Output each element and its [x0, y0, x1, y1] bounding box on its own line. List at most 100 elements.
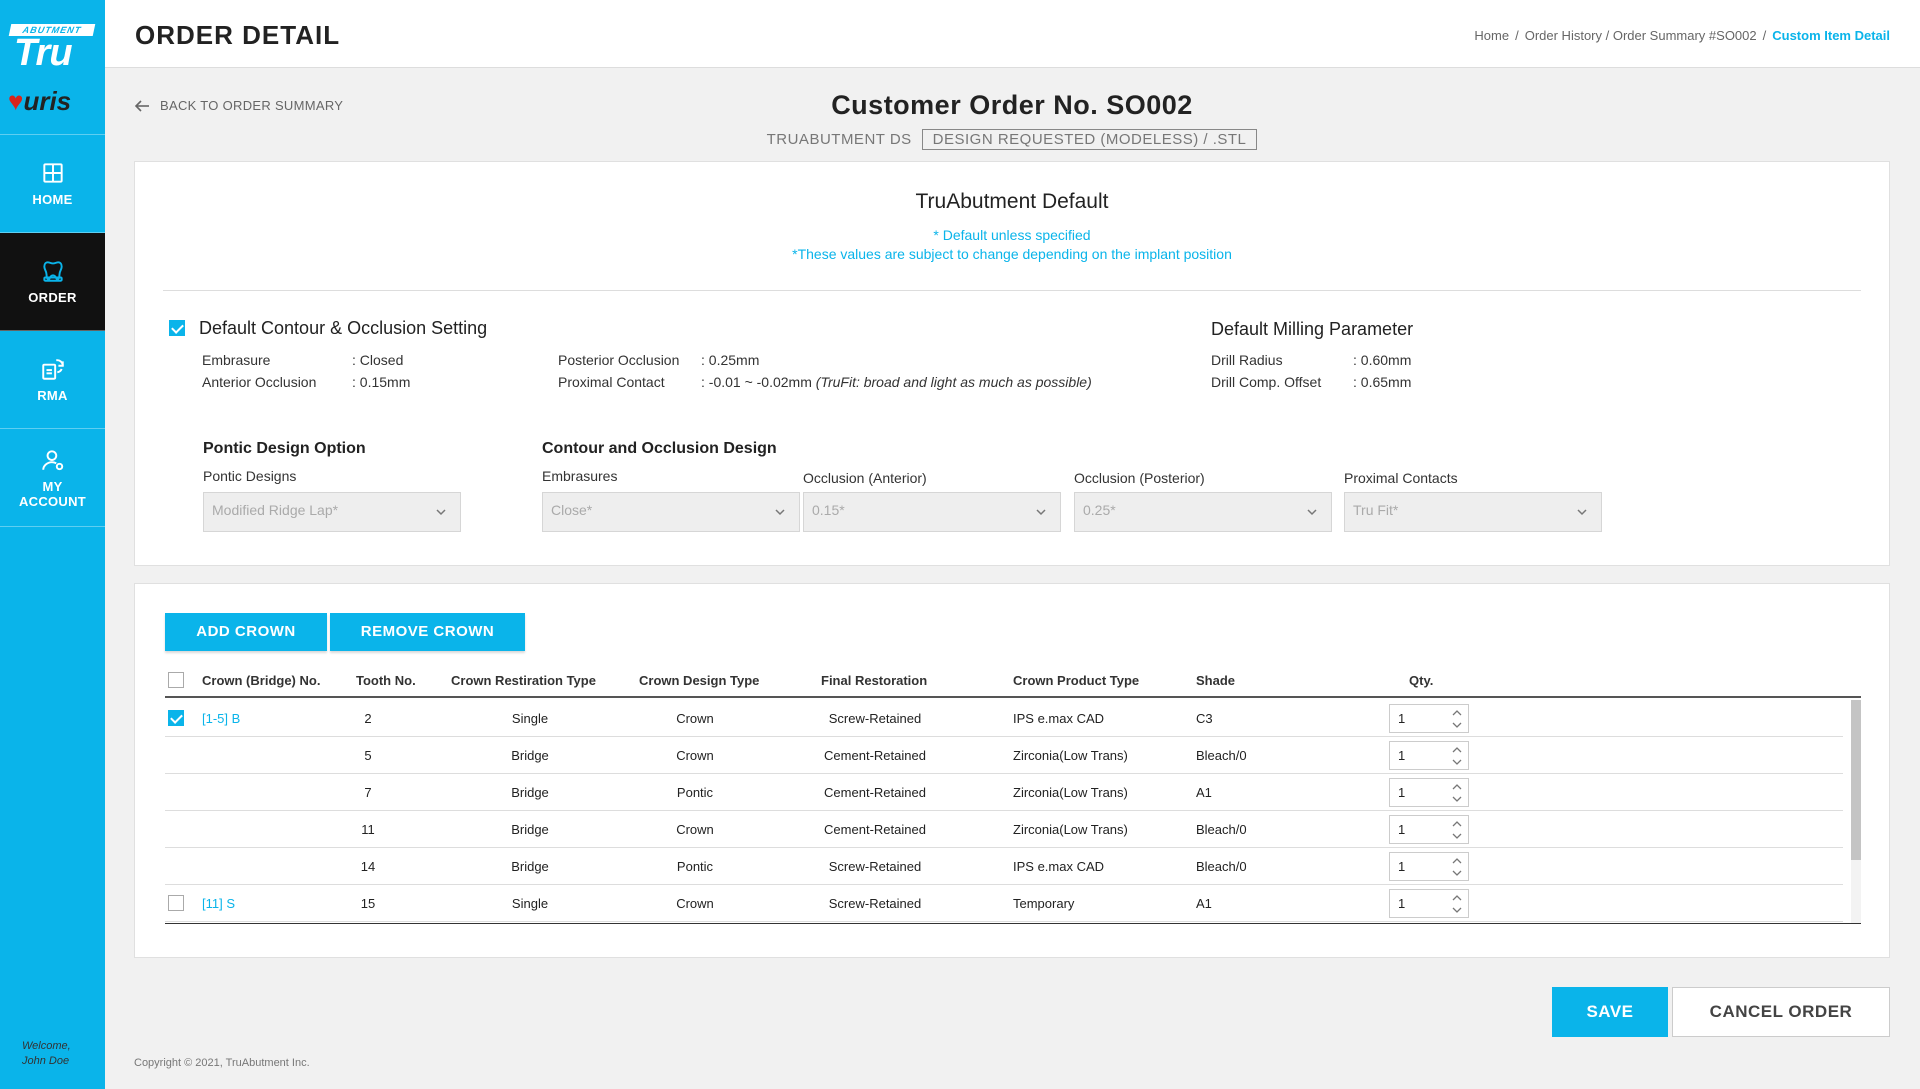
quantity-stepper[interactable]: 1: [1389, 704, 1469, 733]
checkbox-checked[interactable]: [168, 710, 184, 726]
spinner-arrows-icon[interactable]: [1450, 707, 1464, 731]
table-row[interactable]: 5 Bridge Crown Cement-Retained Zirconia(Low …: [165, 737, 1843, 774]
design-type: Crown: [676, 822, 714, 837]
quantity-stepper[interactable]: 1: [1389, 852, 1469, 881]
customer-order-number: Customer Order No. SO002: [831, 90, 1193, 120]
restoration-type: Single: [511, 711, 549, 726]
restoration-type: Bridge: [511, 748, 549, 763]
save-button[interactable]: SAVE: [1552, 987, 1668, 1037]
contour-default-checkbox[interactable]: [169, 320, 185, 341]
order-subtitle: TRUABUTMENT DS DESIGN REQUESTED (MODELES…: [600, 129, 1424, 150]
table-row[interactable]: [1-5] B 2 Single Crown Screw-Retained IPS e.m…: [165, 700, 1843, 737]
checkbox-checked[interactable]: [169, 320, 185, 336]
quantity-value: 1: [1398, 711, 1406, 726]
occlusion-posterior-select[interactable]: 0.25*: [1074, 492, 1332, 532]
design-type: Crown: [676, 748, 714, 763]
tooth-number: 5: [364, 748, 372, 763]
quantity-value: 1: [1398, 859, 1406, 874]
setting-value: : 0.15mm: [352, 374, 411, 390]
sidebar-item-label: MY ACCOUNT: [18, 478, 87, 509]
design-type: Crown: [676, 711, 714, 726]
quantity-stepper[interactable]: 1: [1389, 815, 1469, 844]
final-restoration: Screw-Retained: [828, 711, 922, 726]
occlusion-anterior-select[interactable]: 0.15*: [803, 492, 1061, 532]
logo-main-text: Tru: [14, 32, 73, 74]
crown-group-link[interactable]: [1-5] B: [202, 711, 240, 726]
row-checkbox[interactable]: [168, 710, 184, 729]
tooth-number: 11: [361, 822, 375, 837]
setting-key: Embrasure: [202, 352, 271, 368]
breadcrumb-home[interactable]: Home: [1474, 28, 1509, 43]
add-crown-button[interactable]: ADD CROWN: [165, 613, 327, 651]
select-value: Modified Ridge Lap*: [212, 502, 339, 518]
posterior-occlusion-row: Posterior Occlusion : 0.25mm: [558, 352, 1158, 372]
proximal-contacts-select[interactable]: Tru Fit*: [1344, 492, 1602, 532]
product-type: Zirconia(Low Trans): [1013, 822, 1128, 837]
row-checkbox[interactable]: [168, 895, 184, 914]
chevron-down-icon: [1307, 509, 1317, 516]
restoration-type: Single: [511, 896, 549, 911]
logo-area: ABUTMENT Tru ♥uris: [0, 0, 105, 135]
user-name: John Doe: [22, 1055, 70, 1067]
quantity-stepper[interactable]: 1: [1389, 741, 1469, 770]
defaults-panel: TruAbutment Default * Default unless spe…: [134, 161, 1890, 566]
breadcrumb-separator: /: [1762, 28, 1767, 43]
sidebar-item-order[interactable]: ORDER: [0, 233, 105, 331]
breadcrumb-order-summary[interactable]: Order History / Order Summary #SO002: [1525, 28, 1757, 43]
defaults-title: TruAbutment Default: [915, 190, 1109, 213]
product-type: IPS e.max CAD: [1013, 711, 1105, 726]
table-row[interactable]: 14 Bridge Pontic Screw-Retained IPS e.max CA…: [165, 848, 1843, 885]
quantity-value: 1: [1398, 896, 1406, 911]
truabutment-logo[interactable]: ABUTMENT Tru: [8, 24, 96, 74]
embrasures-select[interactable]: Close*: [542, 492, 800, 532]
setting-key: Proximal Contact: [558, 374, 665, 390]
spinner-arrows-icon[interactable]: [1450, 744, 1464, 768]
setting-value: : 0.25mm: [701, 352, 760, 368]
quantity-stepper[interactable]: 1: [1389, 889, 1469, 918]
setting-note: (TruFit: broad and light as much as poss…: [815, 374, 1092, 390]
back-to-order-summary-link[interactable]: BACK TO ORDER SUMMARY: [134, 98, 343, 113]
setting-value: : -0.01 ~ -0.02mm: [701, 374, 812, 390]
setting-value: : Closed: [352, 352, 404, 368]
crown-group-link[interactable]: [11] S: [202, 896, 235, 911]
checkbox-unchecked[interactable]: [168, 895, 184, 911]
checkbox-unchecked[interactable]: [168, 672, 184, 688]
column-header: Shade: [1196, 673, 1236, 688]
select-all-checkbox[interactable]: [168, 672, 184, 691]
table-row[interactable]: 7 Bridge Pontic Cement-Retained Zirconia(Low…: [165, 774, 1843, 811]
spinner-arrows-icon[interactable]: [1450, 892, 1464, 916]
defaults-note: *These values are subject to change depe…: [792, 246, 1232, 262]
drill-radius-row: Drill Radius : 0.60mm: [1211, 352, 1471, 372]
final-restoration: Screw-Retained: [828, 859, 922, 874]
spinner-arrows-icon[interactable]: [1450, 781, 1464, 805]
sidebar-item-rma[interactable]: RMA: [0, 331, 105, 429]
select-value: Close*: [551, 502, 593, 518]
contour-design-title: Contour and Occlusion Design: [542, 440, 777, 457]
chevron-down-icon: [1036, 509, 1046, 516]
pontic-design-select[interactable]: Modified Ridge Lap*: [203, 492, 461, 532]
sidebar-item-my-account[interactable]: MY ACCOUNT: [0, 429, 105, 527]
spinner-arrows-icon[interactable]: [1450, 818, 1464, 842]
crowns-table-body[interactable]: [1-5] B 2 Single Crown Screw-Retained IPS e.m…: [165, 700, 1861, 924]
cancel-order-button[interactable]: CANCEL ORDER: [1672, 987, 1890, 1037]
column-header: Qty.: [1409, 673, 1434, 688]
remove-crown-button[interactable]: REMOVE CROWN: [330, 613, 525, 651]
shade: A1: [1196, 785, 1212, 800]
setting-value: : 0.65mm: [1353, 374, 1412, 390]
column-header: Crown Restiration Type: [451, 673, 596, 688]
final-restoration: Cement-Retained: [824, 748, 926, 763]
quantity-stepper[interactable]: 1: [1389, 778, 1469, 807]
table-row[interactable]: 11 Bridge Crown Cement-Retained Zirconia(Low…: [165, 811, 1843, 848]
chevron-down-icon: [775, 509, 785, 516]
sidebar-item-home[interactable]: HOME: [0, 135, 105, 233]
restoration-type: Bridge: [511, 785, 549, 800]
embrasure-row: Embrasure : Closed: [202, 352, 462, 372]
crowns-panel: ADD CROWN REMOVE CROWN Crown (Bridge) No…: [134, 583, 1890, 958]
scrollbar-thumb[interactable]: [1851, 700, 1861, 860]
pontic-option-title: Pontic Design Option: [203, 440, 366, 457]
final-restoration: Cement-Retained: [824, 822, 926, 837]
setting-value: : 0.60mm: [1353, 352, 1412, 368]
table-row[interactable]: [11] S 15 Single Crown Screw-Retained Tempora…: [165, 885, 1843, 922]
top-bar: ORDER DETAIL Home / Order History / Orde…: [105, 0, 1920, 68]
spinner-arrows-icon[interactable]: [1450, 855, 1464, 879]
